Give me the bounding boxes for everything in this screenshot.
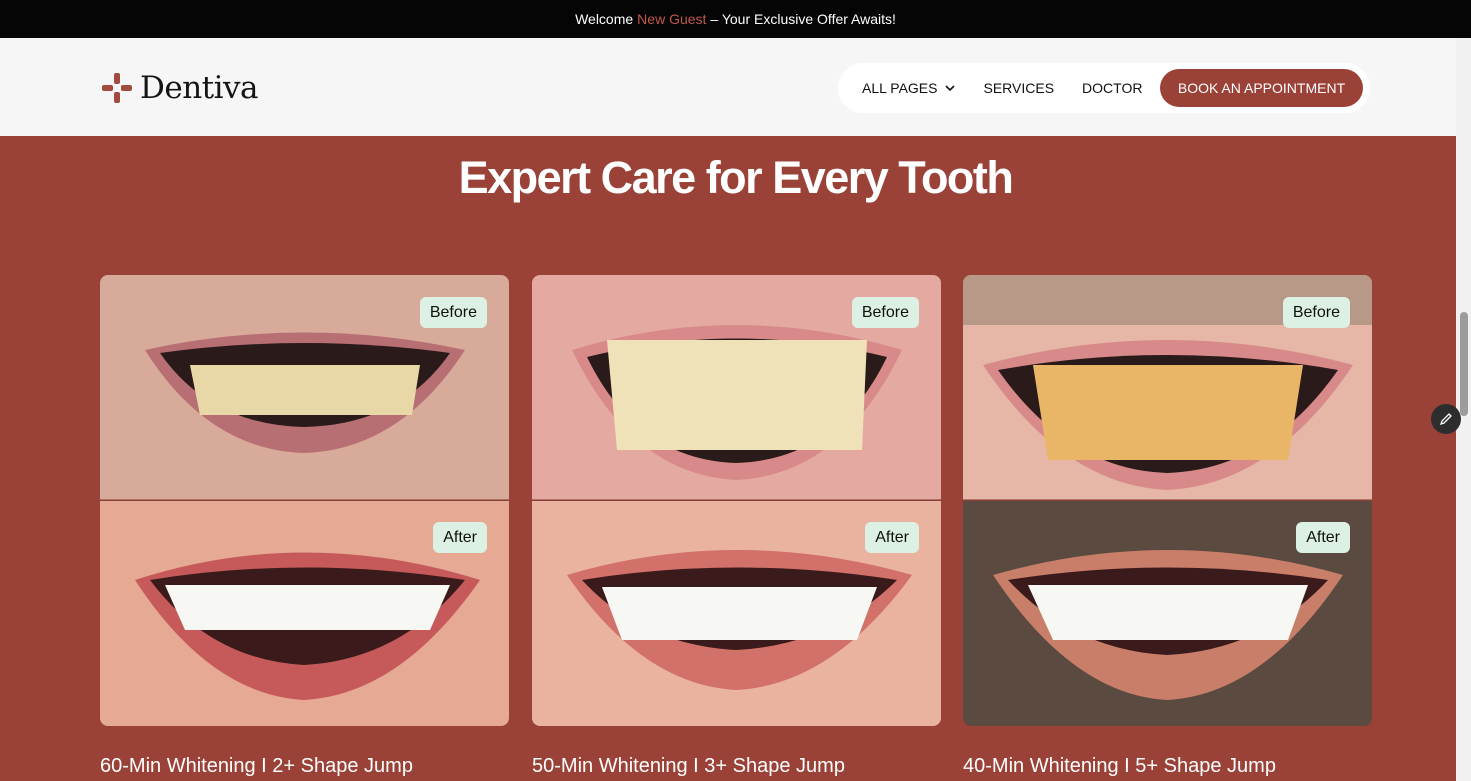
guest-name: New Guest <box>637 11 707 27</box>
result-card: Before After 50-Min Whitening I 3+ Shape… <box>532 275 941 777</box>
result-card: Before After 60-Min Whitening I 2+ Shape… <box>100 275 509 777</box>
chevron-down-icon <box>945 84 956 91</box>
brand-logo[interactable]: Dentiva <box>102 70 259 106</box>
nav-services[interactable]: SERVICES <box>983 80 1054 96</box>
plus-cross-icon <box>102 73 132 103</box>
welcome-text: Welcome <box>575 11 634 27</box>
after-badge: After <box>433 522 487 553</box>
before-badge: Before <box>419 297 487 328</box>
before-badge: Before <box>1282 297 1350 328</box>
result-card: Before After 40-Min Whitening I 5+ Shape… <box>963 275 1372 777</box>
before-badge: Before <box>851 297 919 328</box>
section-title: Expert Care for Every Tooth <box>458 152 1014 203</box>
scrollbar-thumb[interactable] <box>1460 312 1468 416</box>
site-header: Dentiva ALL PAGES SERVICES DOCTOR BOOK A… <box>0 38 1456 136</box>
before-after-photo: Before After <box>963 275 1372 726</box>
brand-name: Dentiva <box>140 70 259 106</box>
nav-doctor[interactable]: DOCTOR <box>1082 80 1142 96</box>
edit-button[interactable] <box>1431 404 1461 434</box>
after-badge: After <box>865 522 919 553</box>
after-badge: After <box>1296 522 1350 553</box>
book-appointment-button[interactable]: BOOK AN APPOINTMENT <box>1160 69 1363 107</box>
nav-all-pages[interactable]: ALL PAGES <box>862 80 956 96</box>
pencil-icon <box>1439 413 1452 426</box>
before-after-photo: Before After <box>532 275 941 726</box>
offer-text: – Your Exclusive Offer Awaits! <box>710 11 896 27</box>
card-caption: 40-Min Whitening I 5+ Shape Jump <box>963 755 1276 777</box>
card-caption: 60-Min Whitening I 2+ Shape Jump <box>100 755 413 777</box>
before-after-photo: Before After <box>100 275 509 726</box>
main-nav: ALL PAGES SERVICES DOCTOR BOOK AN APPOIN… <box>838 63 1370 113</box>
card-caption: 50-Min Whitening I 3+ Shape Jump <box>532 755 845 777</box>
nav-all-pages-label: ALL PAGES <box>862 80 938 96</box>
announcement-bar: Welcome New Guest – Your Exclusive Offer… <box>0 0 1471 38</box>
